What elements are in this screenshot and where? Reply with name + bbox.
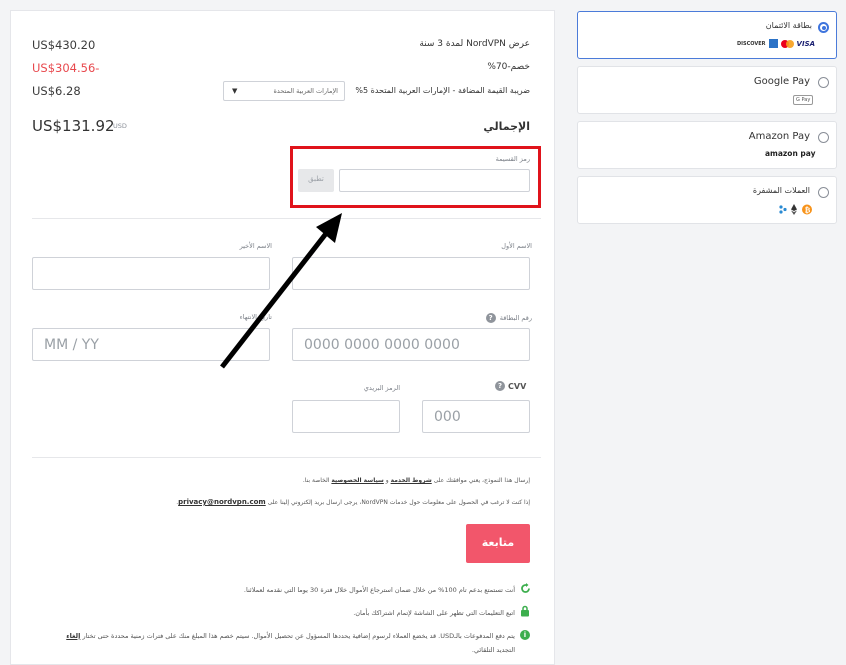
info-icon: i (520, 630, 530, 640)
help-icon[interactable]: ? (485, 313, 496, 323)
bitcoin-icon: ₿ (802, 204, 812, 215)
continue-button[interactable]: متابعة (466, 524, 530, 563)
zip-label: الرمز البريدي (363, 384, 400, 392)
amazon-pay-logo: amazon pay (765, 149, 816, 158)
discover-logo: DISCOVER (737, 40, 766, 47)
privacy-email-link[interactable]: privacy@nordvpn.com (178, 498, 266, 506)
amazon-pay-radio[interactable] (818, 132, 829, 143)
discount-label: خصم-70% (487, 62, 530, 72)
payment-option-google-pay[interactable]: Google Pay G Pay (577, 66, 837, 114)
zip-field[interactable] (292, 400, 400, 433)
refund-note: أنت تستمتع بدعم تام 100% من خلال ضمان اس… (243, 586, 515, 594)
google-pay-logo: G Pay (793, 95, 814, 105)
offer-label: عرض NordVPN لمدة 3 سنة (419, 39, 530, 49)
crypto-label: العملات المشفرة (752, 186, 810, 195)
ethereum-icon (791, 204, 797, 215)
card-logos: DISCOVER VISA (737, 39, 815, 48)
chevron-down-icon: ▼ (232, 87, 238, 95)
payment-option-card[interactable]: بطاقة الائتمان DISCOVER VISA (577, 11, 837, 59)
offer-price: US$430.20 (32, 38, 96, 52)
vat-price: US$6.28 (32, 84, 81, 98)
cvv-field[interactable]: 000 (422, 400, 530, 433)
cvv-placeholder: 000 (434, 409, 461, 425)
total-label: الإجمالي (483, 120, 530, 133)
amex-icon (768, 39, 778, 48)
privacy-policy-link[interactable]: سياسة الخصوصية (331, 477, 383, 484)
crypto-logos: ₿ (779, 204, 812, 215)
card-radio[interactable] (818, 22, 829, 33)
google-pay-label: Google Pay (753, 76, 810, 87)
optout-text: إذا كنت لا ترغب في الحصول على معلومات حو… (176, 498, 530, 506)
cvv-label-row: ? CVV (495, 381, 526, 391)
svg-text:₿: ₿ (805, 207, 811, 215)
vat-label: ضريبة القيمة المضافة - الإمارات العربية … (355, 86, 530, 95)
arrow-icon (220, 213, 342, 369)
crypto-radio[interactable] (818, 187, 829, 198)
lock-icon (521, 605, 529, 617)
card-number-label-row: رقم البطاقة ? (485, 313, 532, 323)
payment-option-crypto[interactable]: العملات المشفرة ₿ (577, 176, 837, 224)
help-icon[interactable]: ? (495, 381, 505, 391)
expiry-placeholder: MM / YY (44, 337, 99, 353)
card-number-label: رقم البطاقة (499, 314, 532, 322)
google-pay-radio[interactable] (818, 77, 829, 88)
billing-note: يتم دفع المدفوعات بالـUSD. قد يخضع العمل… (66, 632, 515, 640)
refresh-icon (521, 583, 530, 593)
secure-note: اتبع التعليمات التي تظهر على الشاشة لإتم… (353, 609, 515, 617)
country-select[interactable]: ▼ الإمارات العربية المتحدة (223, 81, 345, 101)
coupon-highlight-box (290, 146, 541, 208)
payment-option-amazon-pay[interactable]: Amazon Pay amazon pay (577, 121, 837, 169)
terms-link[interactable]: شروط الخدمة (391, 477, 432, 484)
amazon-pay-label: Amazon Pay (748, 131, 810, 142)
cvv-label: CVV (508, 381, 527, 391)
cancel-link[interactable]: إلغاء (66, 632, 80, 640)
divider (32, 457, 541, 458)
card-label: بطاقة الائتمان (765, 21, 812, 30)
total-price: US$131.92 (32, 117, 115, 135)
total-currency: USD (113, 122, 127, 130)
terms-text: إرسال هذا النموذج، يعني موافقتك على شروط… (302, 477, 530, 484)
first-name-label: الاسم الأول (501, 242, 532, 250)
discount-price: US$304.56- (32, 61, 100, 75)
ripple-icon (779, 205, 787, 214)
visa-logo: VISA (796, 39, 816, 48)
country-select-value: الإمارات العربية المتحدة (273, 87, 338, 95)
mastercard-icon (780, 39, 794, 48)
billing-note-2: التجديد التلقائي. (471, 646, 515, 654)
